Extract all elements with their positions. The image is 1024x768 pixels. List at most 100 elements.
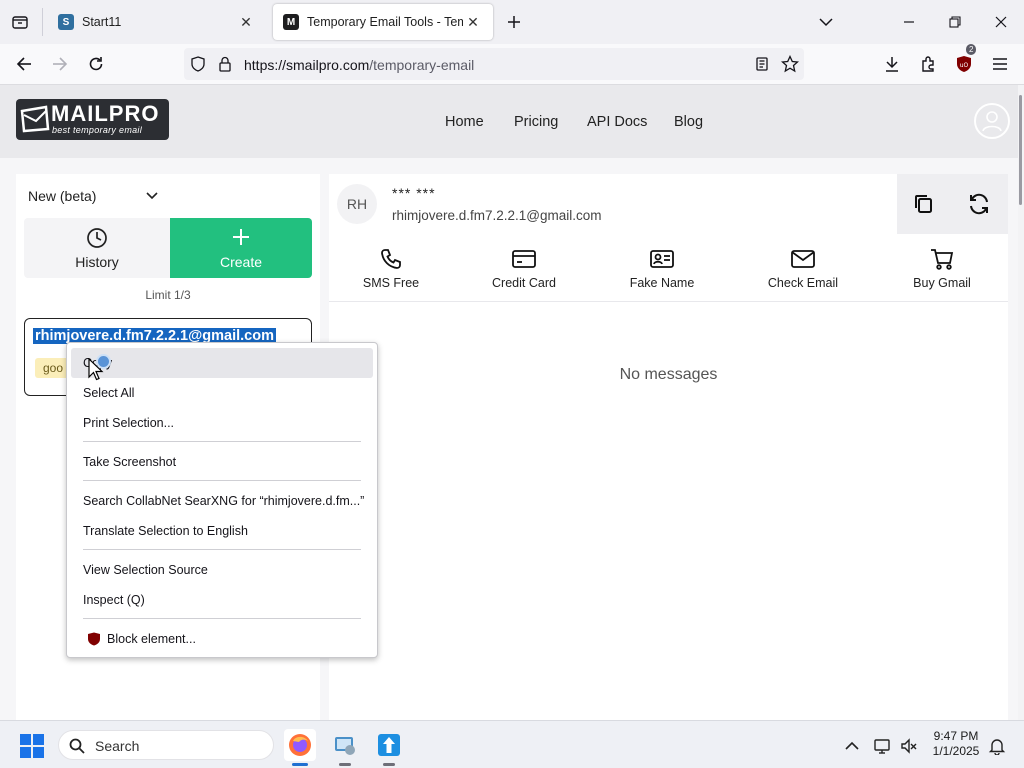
logo-tagline: best temporary email	[52, 125, 143, 135]
nav-home[interactable]: Home	[445, 114, 484, 130]
taskbar-clock[interactable]: 9:47 PM 1/1/2025	[924, 729, 988, 759]
tab-start11[interactable]: S Start11 ✕	[48, 4, 266, 40]
tab-list-icon[interactable]	[4, 6, 36, 38]
service-fake-name[interactable]: Fake Name	[602, 246, 722, 290]
menu-item-search-selection[interactable]: Search CollabNet SearXNG for “rhimjovere…	[71, 486, 373, 516]
shield-icon[interactable]	[190, 56, 206, 72]
smailpro-favicon: M	[283, 14, 299, 30]
contact-avatar: RH	[337, 184, 377, 224]
menu-hamburger-icon[interactable]	[984, 48, 1016, 80]
history-label: History	[75, 254, 119, 270]
ublock-extension-icon[interactable]: uO 2	[948, 44, 980, 80]
credit-card-icon	[464, 246, 584, 272]
block-element-label: Block element...	[107, 632, 196, 646]
menu-separator	[83, 441, 361, 442]
ublock-icon	[88, 632, 100, 646]
create-button[interactable]: Create	[170, 218, 312, 278]
menu-item-view-selection-source[interactable]: View Selection Source	[71, 555, 373, 585]
menu-separator	[83, 618, 361, 619]
nav-api-docs[interactable]: API Docs	[587, 114, 647, 130]
inbox-actions	[897, 174, 1008, 234]
service-label: Check Email	[767, 276, 839, 290]
contact-email: rhimjovere.d.fm7.2.2.1@gmail.com	[392, 208, 602, 223]
service-credit-card[interactable]: Credit Card	[464, 246, 584, 290]
start11-favicon: S	[58, 14, 74, 30]
restore-icon[interactable]	[939, 6, 971, 38]
downloads-icon[interactable]	[876, 48, 908, 80]
url-text[interactable]: https://smailpro.com/temporary-email	[244, 57, 474, 73]
close-tab-icon[interactable]: ✕	[463, 12, 483, 32]
dropdown-value: New (beta)	[28, 188, 97, 204]
menu-item-print-selection[interactable]: Print Selection...	[71, 408, 373, 438]
nav-blog[interactable]: Blog	[674, 114, 703, 130]
close-tab-icon[interactable]: ✕	[236, 12, 256, 32]
navigation-toolbar: https://smailpro.com/temporary-email uO …	[0, 44, 1024, 85]
service-buy-gmail[interactable]: Buy Gmail	[882, 246, 1002, 290]
firefox-taskbar-icon[interactable]	[284, 729, 316, 766]
user-avatar-button[interactable]	[974, 103, 1010, 139]
menu-item-copy[interactable]: Copy	[71, 348, 373, 378]
menu-separator	[83, 480, 361, 481]
create-label: Create	[219, 254, 263, 270]
taskbar-search[interactable]: Search	[58, 730, 274, 760]
refresh-icon[interactable]	[967, 192, 991, 216]
bookmark-star-icon[interactable]	[781, 55, 799, 73]
reload-icon[interactable]	[80, 48, 112, 80]
empty-inbox-text: No messages	[619, 366, 718, 383]
chevron-down-icon[interactable]	[810, 6, 842, 38]
reader-view-icon[interactable]	[754, 56, 770, 72]
menu-item-select-all[interactable]: Select All	[71, 378, 373, 408]
close-window-icon[interactable]	[985, 6, 1017, 38]
network-icon[interactable]	[874, 737, 892, 755]
context-menu: Copy Select All Print Selection... Take …	[66, 342, 378, 658]
upload-app-taskbar-icon[interactable]	[373, 729, 405, 766]
menu-item-translate-selection[interactable]: Translate Selection to English	[71, 516, 373, 546]
url-path: /temporary-email	[369, 57, 475, 73]
menu-item-inspect[interactable]: Inspect (Q)	[71, 585, 373, 615]
service-check-email[interactable]: Check Email	[743, 246, 863, 290]
running-indicator	[339, 763, 351, 766]
svg-text:uO: uO	[960, 62, 969, 69]
new-tab-icon[interactable]	[498, 6, 530, 38]
search-icon	[69, 738, 85, 754]
menu-item-take-screenshot[interactable]: Take Screenshot	[71, 447, 373, 477]
forward-icon[interactable]	[44, 48, 76, 80]
mode-dropdown[interactable]: New (beta)	[28, 188, 158, 204]
extensions-icon[interactable]	[912, 48, 944, 80]
browser-tab-strip: S Start11 ✕ M Temporary Email Tools - Te…	[0, 0, 1024, 44]
service-sms-free[interactable]: SMS Free	[331, 246, 451, 290]
windows-taskbar: Search 9:47 PM 1/1/2025	[0, 720, 1024, 768]
lock-icon[interactable]	[218, 56, 232, 72]
address-bar[interactable]: https://smailpro.com/temporary-email	[184, 48, 804, 80]
clock-icon	[24, 227, 170, 251]
smailpro-logo[interactable]: MAILPRO best temporary email	[16, 99, 169, 140]
page-scrollbar[interactable]	[1018, 85, 1024, 720]
chevron-down-icon	[146, 192, 158, 200]
clock-date: 1/1/2025	[932, 744, 980, 758]
history-button[interactable]: History	[24, 218, 170, 278]
search-placeholder: Search	[95, 738, 140, 754]
phone-icon	[331, 246, 451, 272]
tab-title: Start11	[82, 15, 122, 29]
control-panel-taskbar-icon[interactable]	[329, 729, 361, 766]
inbox-panel: RH *** *** rhimjovere.d.fm7.2.2.1@gmail.…	[329, 174, 1008, 720]
tab-separator	[42, 8, 43, 36]
windows-start-icon[interactable]	[20, 734, 44, 758]
tab-title: Temporary Email Tools - Temp	[307, 15, 463, 29]
running-indicator	[383, 763, 395, 766]
volume-muted-icon[interactable]	[900, 737, 918, 755]
extension-badge: 2	[966, 44, 977, 55]
chevron-up-icon[interactable]	[843, 737, 861, 755]
copy-icon[interactable]	[912, 192, 936, 216]
menu-separator	[83, 549, 361, 550]
nav-pricing[interactable]: Pricing	[514, 114, 558, 130]
notification-bell-icon[interactable]	[988, 737, 1006, 755]
minimize-icon[interactable]	[893, 6, 925, 38]
plus-icon	[170, 227, 312, 251]
mouse-cursor-icon	[88, 358, 104, 381]
scrollbar-thumb[interactable]	[1019, 95, 1022, 205]
tab-temporary-email[interactable]: M Temporary Email Tools - Temp ✕	[273, 4, 493, 40]
back-icon[interactable]	[8, 48, 40, 80]
service-links: SMS Free Credit Card Fake Name Check Ema…	[329, 246, 1008, 302]
menu-item-block-element[interactable]: Block element...	[71, 624, 373, 654]
